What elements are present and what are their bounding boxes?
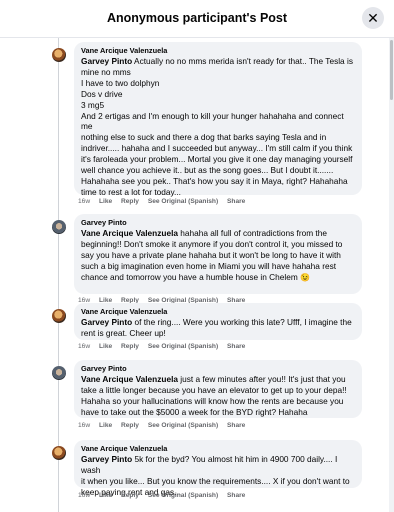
- mention-tag[interactable]: Garvey Pinto: [81, 454, 132, 464]
- avatar[interactable]: [52, 446, 66, 460]
- reply-button[interactable]: Reply: [121, 492, 139, 499]
- close-button[interactable]: ✕: [362, 7, 384, 29]
- comment-actions: 16w Like Reply See Original (Spanish) Sh…: [78, 422, 252, 429]
- like-button[interactable]: Like: [99, 198, 112, 205]
- comment-actions: 16w Like Reply See Original (Spanish) Sh…: [78, 492, 252, 499]
- avatar[interactable]: [52, 366, 66, 380]
- scrollbar-thumb[interactable]: [390, 40, 393, 100]
- comment-bubble: Garvey Pinto Vane Arcique Valenzuela hah…: [74, 214, 362, 294]
- see-original-button[interactable]: See Original (Spanish): [148, 198, 218, 205]
- share-button[interactable]: Share: [227, 343, 245, 350]
- see-original-button[interactable]: See Original (Spanish): [148, 422, 218, 429]
- share-button[interactable]: Share: [227, 492, 245, 499]
- comment-text: Vane Arcique Valenzuela hahaha all full …: [81, 228, 343, 282]
- reply-button[interactable]: Reply: [121, 343, 139, 350]
- comment-text: Garvey Pinto Actually no no mms merida i…: [81, 56, 353, 197]
- thread-line: [58, 38, 59, 512]
- post-title: Anonymous participant's Post: [106, 11, 288, 25]
- comment-author[interactable]: Vane Arcique Valenzuela: [81, 307, 354, 317]
- comment-bubble: Vane Arcique Valenzuela Garvey Pinto Act…: [74, 42, 362, 197]
- comment-author[interactable]: Vane Arcique Valenzuela: [81, 46, 354, 56]
- comment-time[interactable]: 16w: [78, 198, 90, 205]
- mention-tag[interactable]: Garvey Pinto: [81, 317, 132, 327]
- avatar[interactable]: [52, 48, 66, 62]
- wink-emoji-icon: 😉: [300, 272, 311, 282]
- mention-tag[interactable]: Vane Arcique Valenzuela: [81, 228, 178, 238]
- close-icon: ✕: [367, 9, 379, 26]
- comment-bubble: Vane Arcique Valenzuela Garvey Pinto 5k …: [74, 440, 362, 497]
- avatar[interactable]: [52, 220, 66, 234]
- comment-actions: 16w Like Reply See Original (Spanish) Sh…: [78, 198, 252, 205]
- comment-author[interactable]: Vane Arcique Valenzuela: [81, 444, 354, 454]
- comment-time[interactable]: 16w: [78, 343, 90, 350]
- comment-author[interactable]: Garvey Pinto: [81, 218, 354, 228]
- avatar[interactable]: [52, 309, 66, 323]
- post-header: Anonymous participant's Post ✕: [0, 0, 394, 38]
- like-button[interactable]: Like: [99, 343, 112, 350]
- comment-time[interactable]: 16w: [78, 422, 90, 429]
- comment-bubble: Vane Arcique Valenzuela Garvey Pinto of …: [74, 303, 362, 340]
- mention-tag[interactable]: Garvey Pinto: [81, 56, 132, 66]
- comment-bubble: Garvey Pinto Vane Arcique Valenzuela jus…: [74, 360, 362, 418]
- comment-author[interactable]: Garvey Pinto: [81, 364, 354, 374]
- like-button[interactable]: Like: [99, 422, 112, 429]
- comment-text: Garvey Pinto of the ring.... Were you wo…: [81, 317, 352, 338]
- mention-tag[interactable]: Vane Arcique Valenzuela: [81, 374, 178, 384]
- reply-button[interactable]: Reply: [121, 422, 139, 429]
- scrollbar-track[interactable]: [389, 38, 394, 512]
- see-original-button[interactable]: See Original (Spanish): [148, 492, 218, 499]
- reply-button[interactable]: Reply: [121, 198, 139, 205]
- comment-text: Vane Arcique Valenzuela just a few minut…: [81, 374, 347, 417]
- see-original-button[interactable]: See Original (Spanish): [148, 343, 218, 350]
- share-button[interactable]: Share: [227, 198, 245, 205]
- share-button[interactable]: Share: [227, 422, 245, 429]
- comment-actions: 16w Like Reply See Original (Spanish) Sh…: [78, 343, 252, 350]
- comment-time[interactable]: 16w: [78, 492, 90, 499]
- like-button[interactable]: Like: [99, 492, 112, 499]
